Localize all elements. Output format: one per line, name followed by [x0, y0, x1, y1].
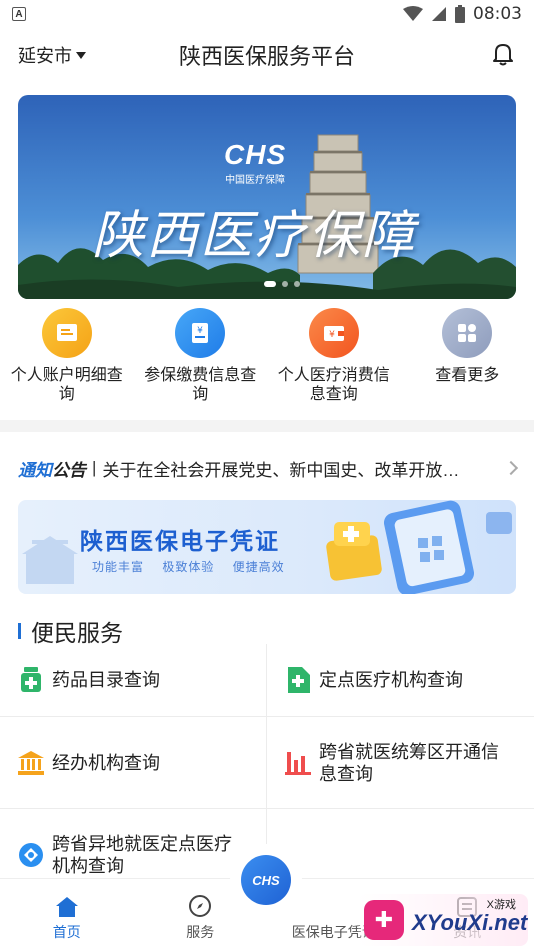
- svg-text:¥: ¥: [329, 330, 335, 340]
- carousel-indicator: [264, 281, 300, 287]
- quick-action-account-details[interactable]: 个人账户明细查询: [0, 308, 134, 408]
- quick-action-more[interactable]: 查看更多: [401, 308, 534, 408]
- quick-action-label: 查看更多: [435, 367, 500, 384]
- banner-carousel[interactable]: CHS 中国医疗保障 陕西医疗保障: [18, 95, 516, 299]
- e-voucher-center-button[interactable]: CHS: [230, 844, 302, 916]
- service-agency[interactable]: 经办机构查询: [0, 717, 267, 808]
- service-label: 跨省异地就医定点医疗机构查询: [52, 834, 232, 876]
- notice-bar[interactable]: 通知公告 | 关于在全社会开展党史、新中国史、改革开放史、社会主义发展史宣传教育…: [18, 452, 519, 484]
- home-icon: [55, 897, 78, 917]
- service-row: 药品目录查询 定点医疗机构查询: [0, 644, 534, 717]
- wallet-icon: ¥: [308, 308, 359, 358]
- location-icon: [18, 842, 44, 868]
- watermark-text: XYouXi.net: [412, 910, 528, 935]
- tab-home[interactable]: 首页: [0, 879, 134, 950]
- chevron-right-icon: [503, 460, 519, 476]
- quick-action-payment-info[interactable]: ¥ 参保缴费信息查询: [134, 308, 268, 408]
- bell-icon[interactable]: [492, 42, 514, 66]
- carousel-dot: [282, 281, 288, 287]
- service-medicine-catalog[interactable]: 药品目录查询: [0, 644, 267, 716]
- notice-separator: |: [92, 458, 97, 477]
- institution-icon: [18, 750, 44, 776]
- chs-logo: CHS 中国医疗保障: [224, 139, 287, 186]
- quick-action-label: 个人医疗消费信息查询: [277, 367, 390, 403]
- wifi-icon: [403, 6, 423, 21]
- tab-label: 服务: [186, 924, 215, 940]
- service-label: 药品目录查询: [52, 670, 160, 690]
- gamepad-logo-icon: ✚: [364, 900, 404, 940]
- e-card-title: 陕西医保电子凭证: [80, 528, 280, 554]
- city-selector[interactable]: 延安市: [18, 42, 86, 68]
- carousel-dot: [294, 281, 300, 287]
- status-icons: 08:03: [403, 4, 522, 24]
- notification-icon: A: [12, 7, 26, 21]
- service-cross-province-area[interactable]: 跨省就医统筹区开通信息查询: [267, 717, 534, 808]
- quick-action-label: 个人账户明细查询: [10, 367, 123, 403]
- quick-action-label: 参保缴费信息查询: [144, 367, 257, 403]
- quick-actions: 个人账户明细查询 ¥ 参保缴费信息查询 ¥ 个人医疗消费信息查询 查看更多: [0, 308, 534, 408]
- clock: 08:03: [473, 4, 522, 24]
- receipt-icon: ¥: [175, 308, 226, 358]
- city-label: 延安市: [18, 46, 72, 66]
- chs-scan-icon: CHS: [241, 855, 291, 905]
- service-label: 定点医疗机构查询: [319, 670, 463, 690]
- tab-label: 首页: [52, 924, 81, 940]
- svg-text:¥: ¥: [197, 326, 203, 336]
- compass-icon: [189, 895, 212, 917]
- grid-icon: [442, 308, 493, 358]
- app-header: 陕西医保服务平台 延安市: [0, 32, 534, 78]
- service-label: 跨省就医统筹区开通信息查询: [319, 741, 499, 784]
- banner-headline: 陕西医疗保障: [92, 206, 417, 266]
- e-card-banner[interactable]: 陕西医保电子凭证 功能丰富 极致体验 便捷高效: [18, 500, 516, 594]
- service-row: 经办机构查询 跨省就医统筹区开通信息查询: [0, 717, 534, 809]
- document-icon: [41, 308, 92, 358]
- section-divider: [0, 420, 534, 432]
- section-accent-bar: [18, 623, 21, 639]
- notice-text: 关于在全社会开展党史、新中国史、改革开放史、社会主义发展史宣传教育的通知: [102, 460, 475, 480]
- carousel-dot: [264, 281, 276, 287]
- battery-icon: [455, 5, 465, 23]
- service-label: 经办机构查询: [52, 752, 160, 773]
- bar-chart-icon: [285, 750, 311, 776]
- medicine-icon: [18, 667, 44, 693]
- hospital-icon: [285, 667, 311, 693]
- e-card-subtitle: 功能丰富 极致体验 便捷高效: [92, 560, 285, 574]
- section-title: 便民服务: [18, 614, 123, 648]
- service-designated-institution[interactable]: 定点医疗机构查询: [267, 644, 534, 716]
- section-title-label: 便民服务: [31, 620, 123, 646]
- signal-icon: [432, 7, 446, 21]
- notice-tag: 通知公告: [18, 460, 86, 480]
- caret-down-icon: [76, 51, 86, 59]
- quick-action-medical-consumption[interactable]: ¥ 个人医疗消费信息查询: [267, 308, 401, 408]
- status-bar: A 08:03: [0, 0, 534, 28]
- watermark: ✚ X游戏 XYouXi.net: [358, 894, 528, 946]
